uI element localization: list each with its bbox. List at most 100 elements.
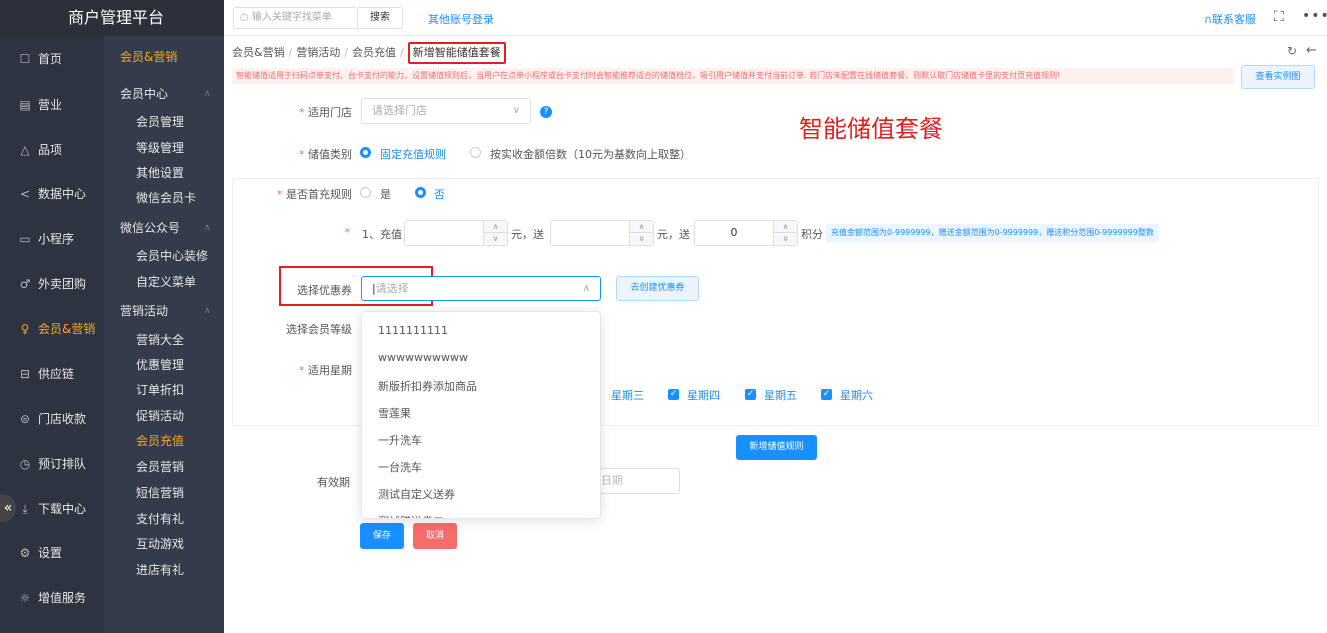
secondary-nav-item[interactable]: 等级管理 bbox=[136, 140, 184, 156]
charge-amount-input[interactable]: ∧ ∨ bbox=[404, 220, 508, 246]
nav-group[interactable]: 会员中心 ∧ bbox=[120, 86, 211, 102]
secondary-nav-item[interactable]: 互动游戏 bbox=[136, 536, 184, 552]
secondary-nav-item[interactable]: 会员充值 bbox=[136, 433, 184, 449]
coupon-option[interactable]: 测试自定义送券 bbox=[378, 486, 455, 502]
coupon-option[interactable]: 测试赠送券二 bbox=[378, 513, 444, 518]
gift-amount-input[interactable]: ∧ ∨ bbox=[550, 220, 654, 246]
nav-icon: ▤ bbox=[19, 98, 31, 112]
secondary-nav-item[interactable]: 支付有礼 bbox=[136, 511, 184, 527]
chevron-up-icon: ∧ bbox=[582, 283, 590, 294]
help-icon[interactable]: ? bbox=[540, 106, 552, 118]
view-example-button[interactable]: 查看实例图 bbox=[1241, 65, 1315, 89]
refresh-icon[interactable]: ↻ bbox=[1287, 44, 1297, 58]
sidebar-item[interactable]: ⊟ 供应链 bbox=[0, 359, 104, 389]
coupon-option[interactable]: wwwwwwwwww bbox=[378, 351, 468, 364]
sidebar-item[interactable]: ♂ 外卖团购 bbox=[0, 269, 104, 299]
secondary-nav-item[interactable]: 会员管理 bbox=[136, 114, 184, 130]
member-level-label: 选择会员等级 bbox=[286, 323, 352, 336]
radio-multiple-rule[interactable] bbox=[470, 147, 481, 158]
radio-fixed-rule-label: 固定充值规则 bbox=[380, 148, 446, 161]
checkbox-thu[interactable]: ✓ bbox=[668, 389, 679, 400]
sidebar-item[interactable]: ▭ 小程序 bbox=[0, 224, 104, 254]
breadcrumb-item[interactable]: 会员&营销 bbox=[232, 46, 285, 59]
back-arrow-icon[interactable]: ← bbox=[1306, 43, 1317, 58]
sidebar-item[interactable]: ⊜ 门店收款 bbox=[0, 404, 104, 434]
radio-first-yes-label: 是 bbox=[380, 188, 391, 201]
sidebar-item[interactable]: ♀ 会员&营销 bbox=[0, 314, 104, 344]
secondary-nav-item[interactable]: 短信营销 bbox=[136, 485, 184, 501]
coupon-option[interactable]: 新版折扣券添加商品 bbox=[378, 378, 477, 394]
search-placeholder: 输入关键字找菜单 bbox=[251, 12, 332, 23]
rule-index: 1、充值 bbox=[362, 228, 402, 241]
sidebar-item[interactable]: ▤ 营业 bbox=[0, 90, 104, 120]
fullscreen-icon[interactable]: ⛶ bbox=[1274, 9, 1284, 25]
sidebar-item[interactable]: ⚙ 设置 bbox=[0, 538, 104, 568]
breadcrumb-item[interactable]: 营销活动 bbox=[296, 46, 340, 59]
sidebar-item-label: 会员&营销 bbox=[38, 322, 96, 336]
secondary-nav-item[interactable]: 会员营销 bbox=[136, 459, 184, 475]
sidebar-item[interactable]: ◷ 预订排队 bbox=[0, 449, 104, 479]
breadcrumb-current: 新增智能储值套餐 bbox=[407, 42, 506, 64]
coupon-option[interactable]: 一升洗车 bbox=[378, 432, 422, 448]
cancel-button[interactable]: 取消 bbox=[413, 523, 457, 549]
nav-icon: ⚙ bbox=[19, 546, 31, 560]
secondary-nav-item[interactable]: 订单折扣 bbox=[136, 382, 184, 398]
coupon-option[interactable]: 一台洗车 bbox=[378, 459, 422, 475]
sidebar-item-label: 供应链 bbox=[38, 367, 75, 381]
weekday-thu-label: 星期四 bbox=[687, 389, 720, 402]
sidebar-item[interactable]: < 数据中心 bbox=[0, 179, 104, 209]
sidebar-item-label: 门店收款 bbox=[38, 412, 87, 426]
nav-icon: ☐ bbox=[19, 52, 31, 66]
chevron-up-icon: ∧ bbox=[204, 223, 211, 233]
sidebar-item-label: 小程序 bbox=[38, 232, 75, 246]
breadcrumb-item[interactable]: 会员充值 bbox=[352, 46, 396, 59]
nav-icon: < bbox=[19, 187, 31, 201]
checkbox-fri[interactable]: ✓ bbox=[745, 389, 756, 400]
radio-multiple-rule-label: 按实收金额倍数（10元为基数向上取整） bbox=[490, 148, 691, 161]
nav-group[interactable]: 微信公众号 ∧ bbox=[120, 220, 211, 236]
coupon-select[interactable]: |请选择 ∧ bbox=[361, 276, 601, 301]
nav-icon: ◷ bbox=[19, 457, 31, 471]
secondary-nav-item[interactable]: 会员中心装修 bbox=[136, 248, 208, 264]
stepper[interactable]: ∧ ∨ bbox=[629, 221, 653, 245]
weekday-sat-label: 星期六 bbox=[840, 389, 873, 402]
secondary-nav-item[interactable]: 营销大全 bbox=[136, 332, 184, 348]
weekday-label: * 适用星期 bbox=[299, 364, 352, 377]
stepper[interactable]: ∧ ∨ bbox=[773, 221, 797, 245]
sidebar-item-label: 外卖团购 bbox=[38, 277, 87, 291]
coupon-label: 选择优惠券 bbox=[297, 284, 352, 297]
chevron-up-icon: ∧ bbox=[204, 89, 211, 99]
radio-first-yes[interactable] bbox=[360, 187, 371, 198]
contact-support-link[interactable]: ∩联系客服 bbox=[1204, 11, 1256, 27]
points-input[interactable]: 0 ∧ ∨ bbox=[694, 220, 798, 246]
nav-icon: ♀ bbox=[20, 322, 30, 336]
sidebar-item[interactable]: ☼ 增值服务 bbox=[0, 583, 104, 613]
secondary-nav-item[interactable]: 其他设置 bbox=[136, 165, 184, 181]
search-button[interactable]: 搜索 bbox=[357, 7, 403, 29]
radio-first-no[interactable] bbox=[415, 187, 426, 198]
secondary-nav-item[interactable]: 促销活动 bbox=[136, 408, 184, 424]
secondary-nav-item[interactable]: 优惠管理 bbox=[136, 357, 184, 373]
more-icon[interactable]: ••• bbox=[1302, 8, 1327, 24]
radio-fixed-rule[interactable] bbox=[360, 147, 371, 158]
secondary-nav-item[interactable]: 微信会员卡 bbox=[136, 190, 196, 206]
nav-icon: ▭ bbox=[19, 232, 31, 246]
add-rule-button[interactable]: 新增储值规则 bbox=[736, 435, 817, 460]
nav-icon: ⊜ bbox=[19, 412, 31, 426]
menu-search-input[interactable]: ○ 输入关键字找菜单 bbox=[233, 7, 358, 29]
other-account-login-link[interactable]: 其他账号登录 bbox=[428, 11, 494, 27]
secondary-nav-item[interactable]: 自定义菜单 bbox=[136, 274, 196, 290]
save-button[interactable]: 保存 bbox=[360, 523, 404, 549]
stepper[interactable]: ∧ ∨ bbox=[483, 221, 507, 245]
checkbox-sat[interactable]: ✓ bbox=[821, 389, 832, 400]
sidebar-item[interactable]: △ 品项 bbox=[0, 135, 104, 165]
weekday-wed-label: 星期三 bbox=[611, 389, 644, 402]
secondary-nav-item[interactable]: 进店有礼 bbox=[136, 562, 184, 578]
coupon-option[interactable]: 雪莲果 bbox=[378, 405, 411, 421]
coupon-option[interactable]: 1111111111 bbox=[378, 324, 448, 337]
store-select[interactable]: 请选择门店 ∨ bbox=[361, 98, 531, 124]
sidebar-item[interactable]: ☐ 首页 bbox=[0, 44, 104, 74]
breadcrumb: 会员&营销 / 营销活动 / 会员充值 / 新增智能储值套餐 bbox=[232, 42, 506, 64]
create-coupon-button[interactable]: 去创建优惠券 bbox=[616, 276, 699, 301]
nav-group[interactable]: 营销活动 ∧ bbox=[120, 303, 211, 319]
